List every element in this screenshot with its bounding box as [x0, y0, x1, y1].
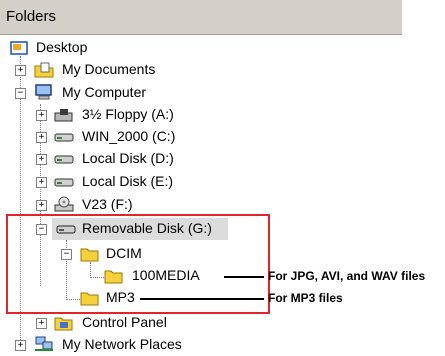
tree-item-v23[interactable]: + V23 (F:): [0, 194, 220, 216]
tree-label: 3½ Floppy (A:): [82, 106, 174, 122]
documents-folder-icon: [34, 62, 54, 78]
expand-icon[interactable]: +: [15, 340, 26, 351]
computer-icon: [35, 84, 52, 100]
tree-label: WIN_2000 (C:): [82, 128, 176, 144]
expand-icon[interactable]: +: [36, 177, 47, 188]
tree-item-win2000[interactable]: + WIN_2000 (C:): [0, 126, 220, 148]
folders-header: Folders: [0, 0, 402, 35]
hard-disk-icon: [54, 178, 74, 187]
tree-item-local-e[interactable]: + Local Disk (E:): [0, 171, 220, 193]
expand-icon[interactable]: +: [15, 65, 26, 76]
tree-item-my-computer[interactable]: − My Computer: [0, 82, 220, 104]
floppy-drive-icon: [54, 109, 73, 122]
folders-title: Folders: [6, 8, 57, 25]
callout-line-media: [224, 276, 264, 278]
callout-media: For JPG, AVI, and WAV files: [268, 269, 426, 283]
tree-label: V23 (F:): [82, 196, 133, 212]
hard-disk-icon: [54, 133, 74, 142]
callout-mp3: For MP3 files: [268, 291, 343, 305]
tree-item-network-places[interactable]: + My Network Places: [0, 334, 220, 356]
tree-label: Control Panel: [82, 314, 167, 330]
tree-item-floppy[interactable]: + 3½ Floppy (A:): [0, 104, 220, 126]
tree-label: My Computer: [62, 84, 147, 100]
tree-item-my-documents[interactable]: + My Documents: [0, 59, 220, 81]
tree-item-desktop[interactable]: Desktop: [0, 37, 200, 59]
cd-drive-icon: [54, 196, 74, 212]
tree-label: Desktop: [36, 39, 88, 55]
expand-icon[interactable]: +: [36, 154, 47, 165]
desktop-icon: [10, 41, 28, 55]
tree-item-control-panel[interactable]: + Control Panel: [0, 312, 220, 334]
expand-icon[interactable]: +: [36, 200, 47, 211]
collapse-icon[interactable]: −: [15, 88, 26, 99]
tree-label: Local Disk (E:): [82, 173, 174, 189]
tree-label: My Network Places: [62, 336, 182, 352]
hard-disk-icon: [54, 155, 74, 164]
tree-item-local-d[interactable]: + Local Disk (D:): [0, 148, 220, 170]
expand-icon[interactable]: +: [36, 110, 47, 121]
tree-label: Local Disk (D:): [82, 150, 174, 166]
network-places-icon: [35, 336, 53, 351]
tree-label: My Documents: [62, 61, 156, 77]
callout-line-mp3: [140, 298, 264, 300]
expand-icon[interactable]: +: [36, 318, 47, 329]
control-panel-icon: [54, 317, 73, 331]
expand-icon[interactable]: +: [36, 132, 47, 143]
